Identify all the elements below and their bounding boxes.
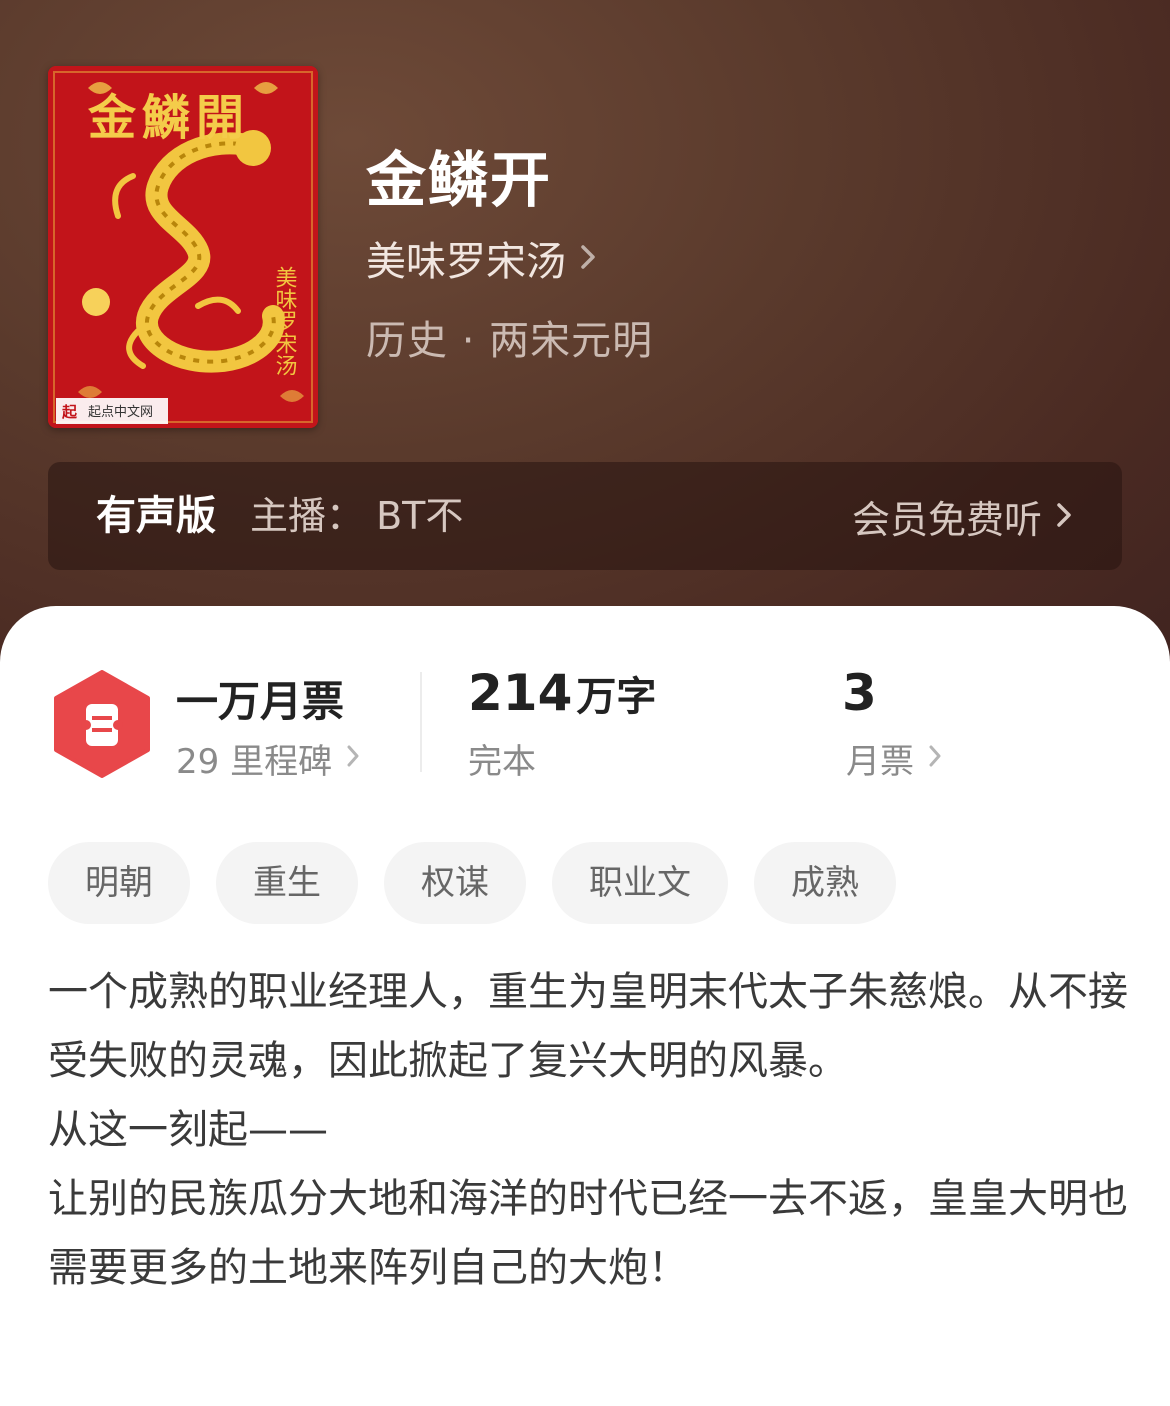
svg-text:美味罗宋汤: 美味罗宋汤 [272,266,298,376]
tag-chip[interactable]: 职业文 [552,842,728,924]
monthly-ticket-link[interactable]: 月票 [846,736,942,782]
free-listen-label: 会员免费听 [851,497,1042,542]
tag-chip[interactable]: 明朝 [48,842,190,924]
audio-host: 主播： BT不 [250,494,464,538]
monthly-ticket-icon [52,670,152,778]
stats-divider [420,672,422,772]
tag-chip[interactable]: 成熟 [754,842,896,924]
free-listen-button[interactable]: 会员免费听 [852,462,1072,570]
book-title: 金鳞开 [366,146,552,216]
word-count-number: 214 [468,664,573,722]
audio-version-label: 有声版 [96,493,216,539]
author-name: 美味罗宋汤 [366,239,566,285]
completion-status-text: 完本 [468,741,536,782]
milestones-link[interactable]: 29 里程碑 [176,736,360,782]
word-count: 214 万字 [468,664,656,722]
svg-text:起: 起 [61,403,78,421]
chevron-right-icon [346,738,360,778]
audio-version-bar[interactable]: 有声版 主播： BT不 会员免费听 [48,462,1122,570]
tickets-title: 一万月票 [176,677,345,726]
book-genre[interactable]: 历史 · 两宋元明 [366,308,653,366]
chevron-right-icon [580,235,596,281]
book-synopsis[interactable]: 一个成熟的职业经理人，重生为皇明末代太子朱慈烺。从不接受失败的灵魂，因此掀起了复… [48,958,1128,1303]
chevron-right-icon [1056,494,1072,538]
chevron-right-icon [928,738,942,778]
tag-chip[interactable]: 权谋 [384,842,526,924]
author-link[interactable]: 美味罗宋汤 [366,228,596,288]
book-cover[interactable]: 起 起点中文网 美味罗宋汤 金鱗開 [48,66,318,428]
synopsis-paragraph: 从这一刻起—— [48,1107,328,1153]
synopsis-paragraph: 一个成熟的职业经理人，重生为皇明末代太子朱慈烺。从不接受失败的灵魂，因此掀起了复… [48,969,1128,1084]
tag-list: 明朝 重生 权谋 职业文 成熟 [48,842,896,924]
monthly-ticket-count: 3 [842,664,877,722]
milestones-label: 29 里程碑 [176,741,333,782]
synopsis-paragraph: 让别的民族瓜分大地和海洋的时代已经一去不返，皇皇大明也需要更多的土地来阵列自己的… [48,1176,1128,1291]
cover-title-text: 金鱗開 [88,90,251,146]
monthly-ticket-label: 月票 [846,741,914,782]
cover-publisher-text: 起点中文网 [88,405,153,420]
tag-chip[interactable]: 重生 [216,842,358,924]
word-count-unit: 万字 [576,674,657,720]
completion-status: 完本 [468,736,536,782]
